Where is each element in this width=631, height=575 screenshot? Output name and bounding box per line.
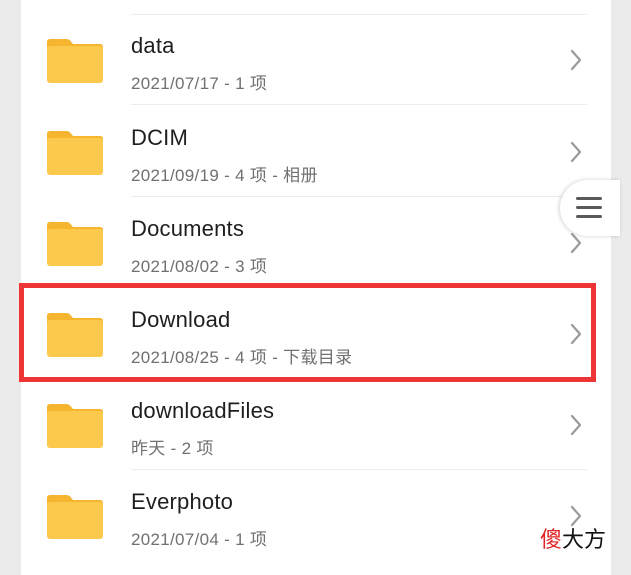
file-list: data 2021/07/17 - 1 项 DCIM 2021/09/19 - … xyxy=(21,0,611,575)
folder-row-download[interactable]: Download 2021/08/25 - 4 项 - 下载目录 xyxy=(21,288,611,379)
folder-icon xyxy=(47,39,103,83)
folder-row-dcim[interactable]: DCIM 2021/09/19 - 4 项 - 相册 xyxy=(21,106,611,197)
folder-icon xyxy=(47,404,103,448)
chevron-right-icon xyxy=(570,414,582,436)
folder-icon xyxy=(47,131,103,175)
folder-meta: 2021/08/25 - 4 项 - 下载目录 xyxy=(131,348,353,367)
floating-menu-button[interactable] xyxy=(560,180,620,236)
watermark-accent: 傻 xyxy=(540,528,563,553)
folder-icon xyxy=(47,313,103,357)
folder-name: downloadFiles xyxy=(131,398,275,423)
folder-name: DCIM xyxy=(131,125,189,150)
folder-meta: 2021/07/04 - 1 项 xyxy=(131,530,268,549)
chevron-right-icon xyxy=(570,141,582,163)
folder-name: Download xyxy=(131,307,231,332)
folder-meta: 昨天 - 2 项 xyxy=(131,439,214,458)
folder-meta: 2021/08/02 - 3 项 xyxy=(131,257,268,276)
folder-row-downloadfiles[interactable]: downloadFiles 昨天 - 2 项 xyxy=(21,379,611,470)
chevron-right-icon xyxy=(570,323,582,345)
divider xyxy=(131,104,587,105)
chevron-right-icon xyxy=(570,49,582,71)
folder-meta: 2021/07/17 - 1 项 xyxy=(131,74,268,93)
folder-row-documents[interactable]: Documents 2021/08/02 - 3 项 xyxy=(21,197,611,288)
folder-name: data xyxy=(131,33,175,58)
watermark: 傻大方 xyxy=(540,522,606,554)
folder-name: Everphoto xyxy=(131,489,234,514)
watermark-rest: 大方 xyxy=(562,528,607,553)
folder-meta: 2021/09/19 - 4 项 - 相册 xyxy=(131,166,318,185)
folder-name: Documents xyxy=(131,216,245,241)
folder-row-everphoto[interactable]: Everphoto 2021/07/04 - 1 项 xyxy=(21,470,611,561)
folder-row-data[interactable]: data 2021/07/17 - 1 项 xyxy=(21,14,611,105)
folder-icon xyxy=(47,495,103,539)
folder-icon xyxy=(47,222,103,266)
